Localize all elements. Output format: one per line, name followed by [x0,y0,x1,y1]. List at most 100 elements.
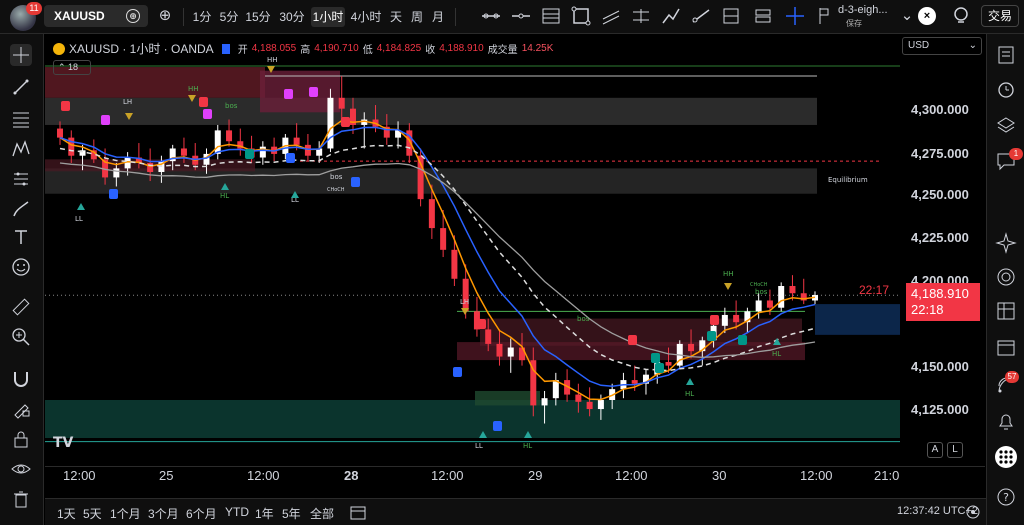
add-symbol-icon[interactable]: ⊕ [156,7,174,25]
lock-drawing-icon[interactable] [10,398,32,420]
help-icon[interactable]: ? [995,486,1017,508]
indicators-toggle[interactable]: ⌃ 18 [53,60,91,75]
hl-label: HL [685,390,694,398]
layout-status: 保存 [846,19,862,28]
rectangle-tool-icon[interactable] [570,5,592,27]
rectangle-list-icon[interactable] [540,5,562,27]
trash-icon[interactable] [10,488,32,510]
timeframe-8[interactable]: 月 [429,7,447,27]
magnet-icon[interactable] [10,368,32,390]
choch-label: CHoCH [327,187,345,193]
layout-name[interactable]: d-3-eigh... [838,4,898,16]
path-tool-icon[interactable] [660,5,682,27]
candle-body [507,347,514,357]
trade-button[interactable]: 交易 [981,5,1019,27]
emoji-icon[interactable] [10,256,32,278]
lock-icon[interactable] [10,428,32,450]
chevron-down-icon[interactable]: ⌄ [898,7,916,25]
chevron-down-icon: ⌄ [968,40,977,51]
signal-marker-blue [286,153,295,163]
timeframe-3[interactable]: 30分 [278,7,306,27]
range-button[interactable]: 全部 [310,505,334,522]
brush-tool-icon[interactable] [10,198,32,220]
grid-icon[interactable] [995,300,1017,322]
low-value: 4,184.825 [376,43,422,54]
top-toolbar: 11 XAUUSD ⊕ ⊕ 1分 5分 15分 30分 1小时 4小时天周月 d-3-ei… [0,0,1024,34]
timeframe-7[interactable]: 周 [408,7,426,27]
bell-icon[interactable] [995,410,1017,432]
range-button[interactable]: 3个月 [148,505,179,522]
indicators-count: 18 [68,62,79,72]
range-button[interactable]: 6个月 [186,505,217,522]
candle-body [733,314,740,323]
range-button[interactable]: 1天 [57,505,76,522]
signal-marker-red [309,87,318,97]
log-scale-button[interactable]: L [947,442,963,458]
calendar-icon[interactable] [995,336,1017,358]
short-position-icon[interactable] [752,5,774,27]
lightbulb-icon[interactable] [950,5,972,27]
range-button[interactable]: 1年 [255,505,274,522]
range-button[interactable]: 1个月 [110,505,141,522]
high-label: 高 [300,45,311,56]
ray-tool-icon[interactable] [690,5,712,27]
crosshair-cursor-icon[interactable] [10,44,32,66]
flag-icon[interactable] [814,5,836,27]
currency-label: USD [908,40,930,51]
candle-body [665,362,672,366]
time-axis[interactable] [45,466,985,498]
range-button[interactable]: 5年 [282,505,301,522]
signal-marker-blue [707,331,716,341]
price-tick: 4,125.000 [911,402,969,417]
candlestick-chart[interactable]: HHLHHHLLLLHLLHLL HLHLHLHHbosbosbosbosCHoC… [45,36,985,466]
horizontal-line-icon[interactable] [510,5,532,27]
apps-grid-icon[interactable] [995,446,1017,468]
zoom-in-icon[interactable] [10,326,32,348]
zone-equilibrium [45,168,817,194]
currency-select[interactable]: USD ⌄ [902,37,982,55]
watchlist-icon[interactable] [995,44,1017,66]
ruler-icon[interactable] [10,296,32,318]
line-tool-icon[interactable] [10,76,32,98]
signal-marker-blue [651,353,660,363]
timeframe-2[interactable]: 15分 [244,7,272,27]
text-tool-icon[interactable] [10,226,32,248]
lh-label: LH [123,98,132,106]
target-icon[interactable] [995,266,1017,288]
timeframe-1[interactable]: 5分 [218,7,240,27]
trend-line-tool-icon[interactable] [480,5,502,27]
range-button[interactable]: 5天 [83,505,102,522]
eye-icon[interactable] [10,458,32,480]
range-button[interactable]: YTD [225,505,249,519]
candle-body [180,148,187,156]
chart-legend: XAUUSD · 1小时 · OANDA 开 4,188.055 高 4,190.7… [53,40,553,57]
timeframe-5[interactable]: 4小时 [350,7,382,27]
measure-icon[interactable] [630,5,652,27]
timeframe-0[interactable]: 1分 [191,7,213,27]
layers-icon[interactable] [995,114,1017,136]
pattern-tool-icon[interactable] [10,138,32,160]
hh-label: HH [723,270,734,278]
hh-label: HH [188,85,199,93]
sparkle-icon[interactable] [995,232,1017,254]
close-icon[interactable]: × [918,7,936,25]
fib-tool-icon[interactable] [10,108,32,130]
forecast-tool-icon[interactable] [10,168,32,190]
drawing-toolbar [0,34,44,525]
symbol-search[interactable]: XAUUSD ⊕ [44,5,148,27]
alarm-clock-icon[interactable] [995,78,1017,100]
long-position-icon[interactable] [720,5,742,27]
timeframe-4[interactable]: 1小时 [311,7,345,27]
crosshair-icon[interactable] [784,5,806,27]
choch-label: CHoCH [750,282,768,288]
parallel-channel-icon[interactable] [600,5,622,27]
hl-label: HL [772,350,781,358]
auto-scale-button[interactable]: A [927,442,943,458]
price-tick: 4,150.000 [911,359,969,374]
date-range-icon[interactable] [347,502,369,524]
chart-pane[interactable]: HH LH HH LL LL HL LH LL HL HL HL HH bos bos bos bos CHoC… [45,36,985,498]
compare-icon[interactable]: ⊕ [126,9,140,23]
timeframe-6[interactable]: 天 [387,7,405,27]
signal-marker-red [61,101,70,111]
settings-icon[interactable] [965,504,981,520]
